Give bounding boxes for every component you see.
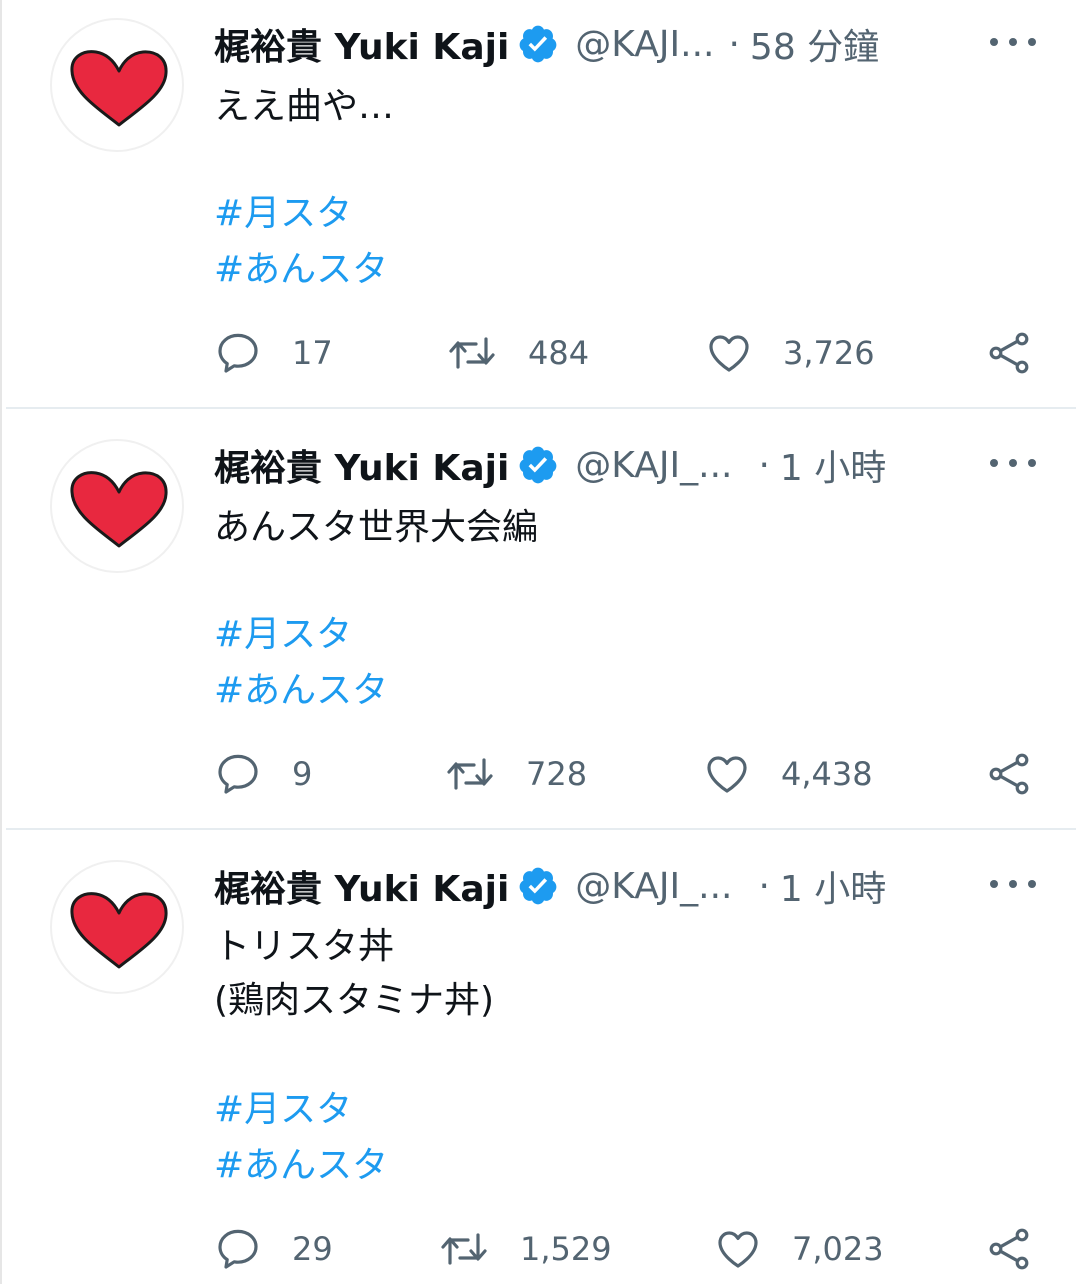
like-icon (709, 335, 749, 372)
tweet-text: あんスタ世界大会編 (214, 507, 539, 548)
reply-icon (218, 754, 258, 794)
tweet-text: トリスタ丼 (鶏肉スタミナ丼) (214, 926, 495, 1021)
like-button[interactable]: 4,438 (703, 747, 873, 801)
tweet[interactable]: 梶裕貴 Yuki Kaji @KAJI_... · 1 小時 トリスタ丼 (鶏肉… (2, 842, 1080, 1284)
tweet-divider (6, 407, 1076, 409)
heart-avatar-icon (70, 471, 168, 548)
retweet-button[interactable]: 728 (444, 747, 587, 801)
hashtag-link[interactable]: #あんスタ (214, 1138, 388, 1194)
display-name[interactable]: 梶裕貴 Yuki Kaji (214, 18, 509, 70)
more-icon[interactable] (990, 30, 1036, 54)
separator-dot: · (758, 444, 770, 486)
like-button[interactable]: 3,726 (705, 326, 875, 380)
like-count: 4,438 (781, 755, 873, 793)
heart-avatar-icon (70, 892, 168, 969)
tweet-divider (6, 828, 1076, 830)
hashtags: #月スタ #あんスタ (214, 1082, 388, 1194)
more-icon[interactable] (990, 451, 1036, 475)
hashtag-link[interactable]: #あんスタ (214, 663, 388, 719)
tweet-header: 梶裕貴 Yuki Kaji @KAJI_... · 1 小時 (214, 860, 886, 912)
retweet-count: 1,529 (520, 1230, 612, 1268)
heart-avatar-icon (70, 50, 168, 127)
tweet[interactable]: 梶裕貴 Yuki Kaji @KAJI... · 58 分鐘 ええ曲や… #月ス… (2, 0, 1080, 421)
retweet-icon (441, 1233, 487, 1265)
like-icon (707, 756, 747, 793)
avatar[interactable] (50, 439, 184, 573)
timestamp[interactable]: 1 小時 (780, 439, 886, 491)
hashtag-link[interactable]: #月スタ (214, 607, 388, 663)
share-icon (989, 1228, 1029, 1270)
share-button[interactable] (986, 1222, 1034, 1276)
tweet-text: ええ曲や… (214, 86, 395, 127)
retweet-count: 484 (528, 334, 590, 372)
timestamp[interactable]: 1 小時 (780, 860, 886, 912)
retweet-button[interactable]: 1,529 (438, 1222, 612, 1276)
action-bar: 17 484 3,726 (2, 326, 1080, 380)
handle[interactable]: @KAJI_... (575, 445, 732, 486)
tweet-header: 梶裕貴 Yuki Kaji @KAJI... · 58 分鐘 (214, 18, 879, 70)
reply-icon (218, 333, 258, 373)
retweet-icon (449, 337, 495, 369)
share-button[interactable] (986, 747, 1034, 801)
hashtag-link[interactable]: #あんスタ (214, 242, 388, 298)
reply-icon (218, 1229, 258, 1269)
retweet-icon (447, 758, 493, 790)
hashtag-link[interactable]: #月スタ (214, 1082, 388, 1138)
action-bar: 9 728 4,438 (2, 747, 1080, 801)
verified-badge-icon (517, 865, 559, 907)
verified-badge-icon (517, 23, 559, 65)
like-count: 3,726 (783, 334, 875, 372)
reply-button[interactable]: 9 (214, 747, 312, 801)
display-name[interactable]: 梶裕貴 Yuki Kaji (214, 439, 509, 491)
reply-count: 17 (292, 334, 333, 372)
tweet[interactable]: 梶裕貴 Yuki Kaji @KAJI_... · 1 小時 あんスタ世界大会編… (2, 421, 1080, 842)
separator-dot: · (728, 23, 740, 65)
reply-button[interactable]: 17 (214, 326, 333, 380)
reply-count: 9 (292, 755, 313, 793)
avatar[interactable] (50, 18, 184, 152)
reply-count: 29 (292, 1230, 333, 1268)
separator-dot: · (758, 865, 770, 907)
display-name[interactable]: 梶裕貴 Yuki Kaji (214, 860, 509, 912)
avatar[interactable] (50, 860, 184, 994)
action-bar: 29 1,529 7,023 (2, 1222, 1080, 1276)
verified-badge-icon (517, 444, 559, 486)
share-button[interactable] (986, 326, 1034, 380)
share-icon (989, 753, 1029, 795)
more-icon[interactable] (990, 872, 1036, 896)
tweet-feed: 梶裕貴 Yuki Kaji @KAJI... · 58 分鐘 ええ曲や… #月ス… (0, 0, 1080, 1284)
hashtag-link[interactable]: #月スタ (214, 186, 388, 242)
timestamp[interactable]: 58 分鐘 (750, 18, 879, 70)
like-count: 7,023 (792, 1230, 884, 1268)
share-icon (989, 332, 1029, 374)
tweet-header: 梶裕貴 Yuki Kaji @KAJI_... · 1 小時 (214, 439, 886, 491)
reply-button[interactable]: 29 (214, 1222, 333, 1276)
hashtags: #月スタ #あんスタ (214, 186, 388, 298)
like-button[interactable]: 7,023 (714, 1222, 884, 1276)
like-icon (718, 1231, 758, 1268)
hashtags: #月スタ #あんスタ (214, 607, 388, 719)
handle[interactable]: @KAJI... (575, 24, 714, 65)
retweet-button[interactable]: 484 (446, 326, 589, 380)
handle[interactable]: @KAJI_... (575, 866, 732, 907)
retweet-count: 728 (526, 755, 588, 793)
